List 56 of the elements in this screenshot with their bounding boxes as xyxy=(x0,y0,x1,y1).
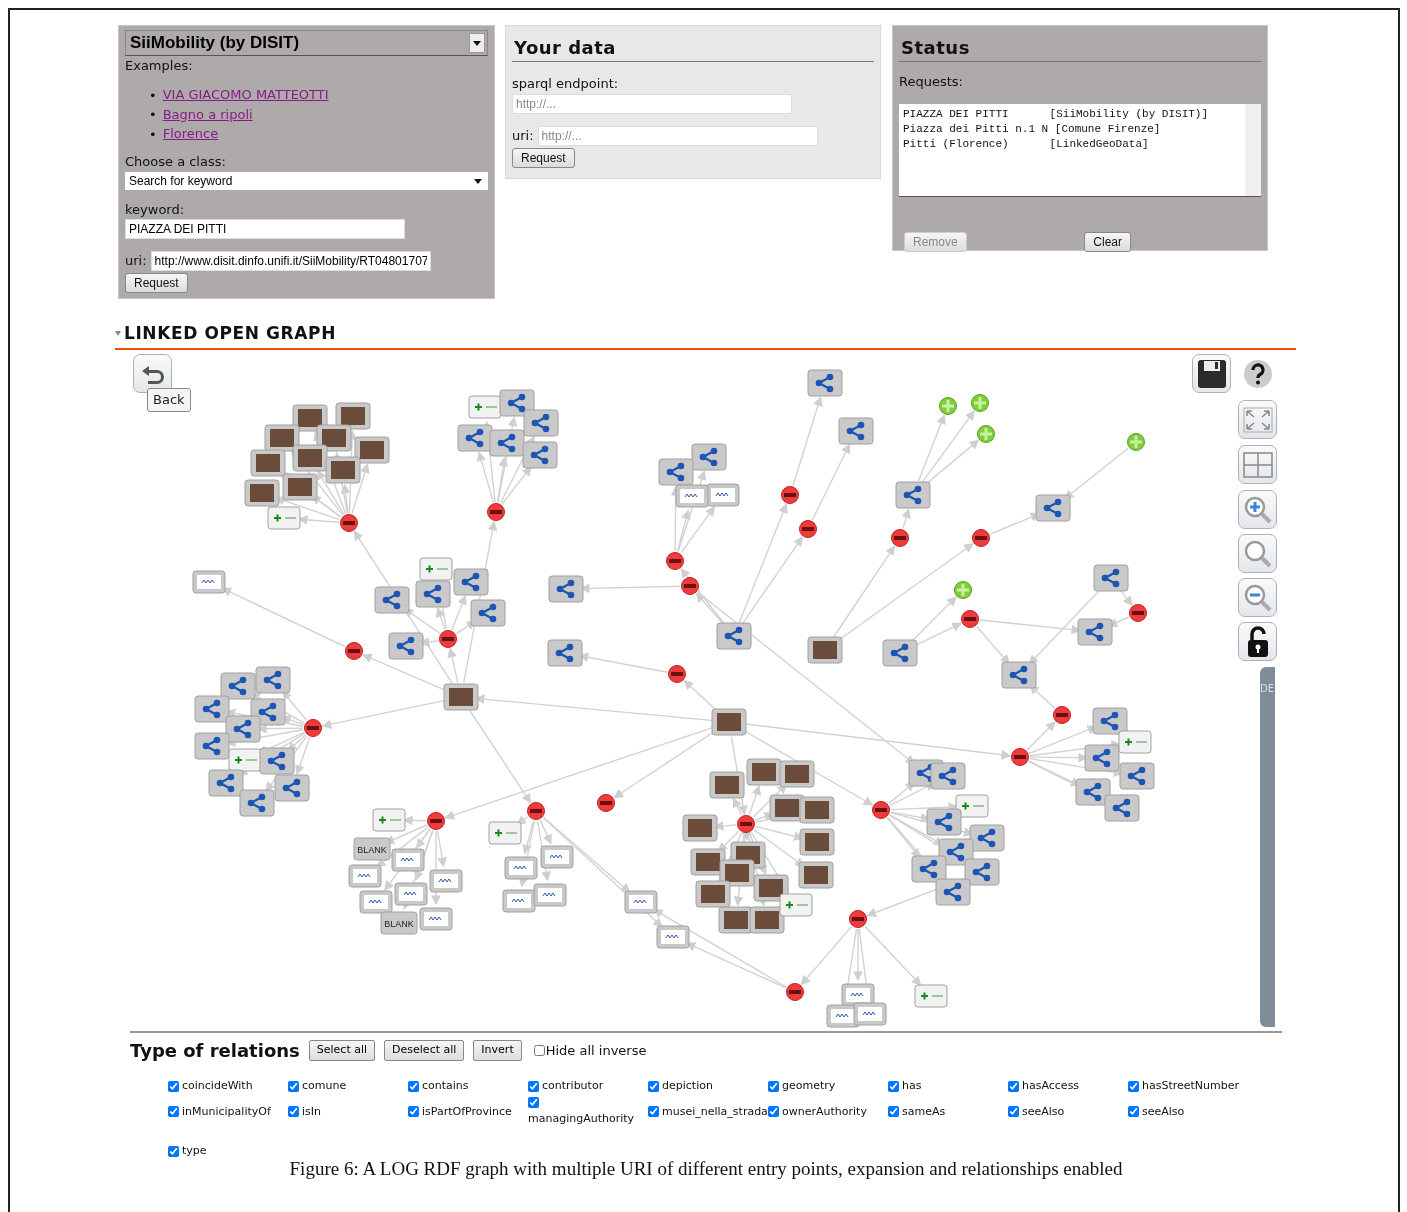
requests-label: Requests: xyxy=(899,73,964,91)
tab-label: DE xyxy=(1260,683,1275,694)
bullet: • xyxy=(149,125,157,144)
checkbox-label: ownerAuthority xyxy=(782,1103,867,1120)
relation-button[interactable]: Deselect all xyxy=(384,1040,465,1061)
checkbox-label: contains xyxy=(422,1078,469,1094)
request-item[interactable]: PIAZZA DEI PITTI [SiiMobility (by DISIT)] xyxy=(903,106,1241,122)
example-link[interactable]: Bagno a ripoli xyxy=(162,106,253,123)
uri-label: uri: xyxy=(512,126,534,145)
panel-title: Status xyxy=(899,30,1261,62)
bullet: • xyxy=(149,106,157,124)
checkbox-label: musei_nella_strada xyxy=(662,1103,768,1120)
checkbox-label: seeAlso xyxy=(1142,1103,1185,1120)
section-title: LINKED OPEN GRAPH xyxy=(124,321,336,345)
examples-label: Examples: xyxy=(125,57,194,75)
checkbox-label: seeAlso xyxy=(1022,1103,1065,1120)
checkbox-label: has xyxy=(902,1078,922,1094)
panel-title: Your data xyxy=(512,30,874,62)
checkbox-label: hasAccess xyxy=(1022,1078,1080,1094)
checkbox-label: managingAuthority xyxy=(528,1110,635,1127)
checkbox-label: coincideWith xyxy=(182,1078,253,1094)
checkbox-label: type xyxy=(182,1143,207,1159)
bullet: • xyxy=(149,86,157,105)
checkbox-label: isPartOfProvince xyxy=(422,1103,512,1120)
example-link[interactable]: VIA GIACOMO MATTEOTTI xyxy=(162,87,329,104)
checkbox-label: depiction xyxy=(662,1078,713,1094)
checkbox-label: inMunicipalityOf xyxy=(182,1103,271,1120)
uri-label: uri: xyxy=(125,252,147,271)
source-select[interactable]: SiiMobility (by DISIT) xyxy=(125,30,488,56)
request-item[interactable]: Pitti (Florence) [LinkedGeoData] xyxy=(903,136,1241,152)
blank-node[interactable]: BLANK xyxy=(380,911,418,935)
relation-button[interactable]: Select all xyxy=(308,1040,376,1061)
checkbox-label: contributor xyxy=(542,1078,604,1094)
class-label: Choose a class: xyxy=(125,153,227,171)
status-button[interactable]: Clear xyxy=(1084,231,1131,252)
example-link[interactable]: Florence xyxy=(162,126,219,143)
class-select[interactable]: Search for keyword xyxy=(125,171,488,190)
checkbox-label: Hide all inverse xyxy=(545,1041,647,1060)
keyword-field[interactable]: PIAZZA DEI PITTI xyxy=(125,219,405,239)
keyword-label: keyword: xyxy=(125,200,186,219)
request-button[interactable]: Request xyxy=(512,147,575,168)
figure-caption: Figure 6: A LOG RDF graph with multiple URI of different entry points, expansion and relationships enabled xyxy=(288,1157,1124,1181)
checkbox-label: geometry xyxy=(782,1078,836,1094)
checkbox-label: hasStreetNumber xyxy=(1142,1078,1240,1094)
request-button[interactable]: Request xyxy=(125,273,188,293)
endpoint-field[interactable]: http://... xyxy=(512,93,792,114)
endpoint-label: sparql endpoint: xyxy=(512,75,620,93)
checkbox-label: isIn xyxy=(302,1103,321,1120)
section-title: Type of relations xyxy=(130,1039,300,1063)
back-tooltip: Back xyxy=(147,388,191,412)
checkbox-label: sameAs xyxy=(902,1103,946,1120)
uri-field[interactable]: http://... xyxy=(537,125,818,146)
checkbox-label: comune xyxy=(302,1078,347,1094)
request-item[interactable]: Piazza dei Pitti n.1 N [Comune Firenze] xyxy=(903,121,1241,137)
relation-button[interactable]: Invert xyxy=(473,1040,522,1061)
blank-node[interactable]: BLANK xyxy=(353,837,391,861)
